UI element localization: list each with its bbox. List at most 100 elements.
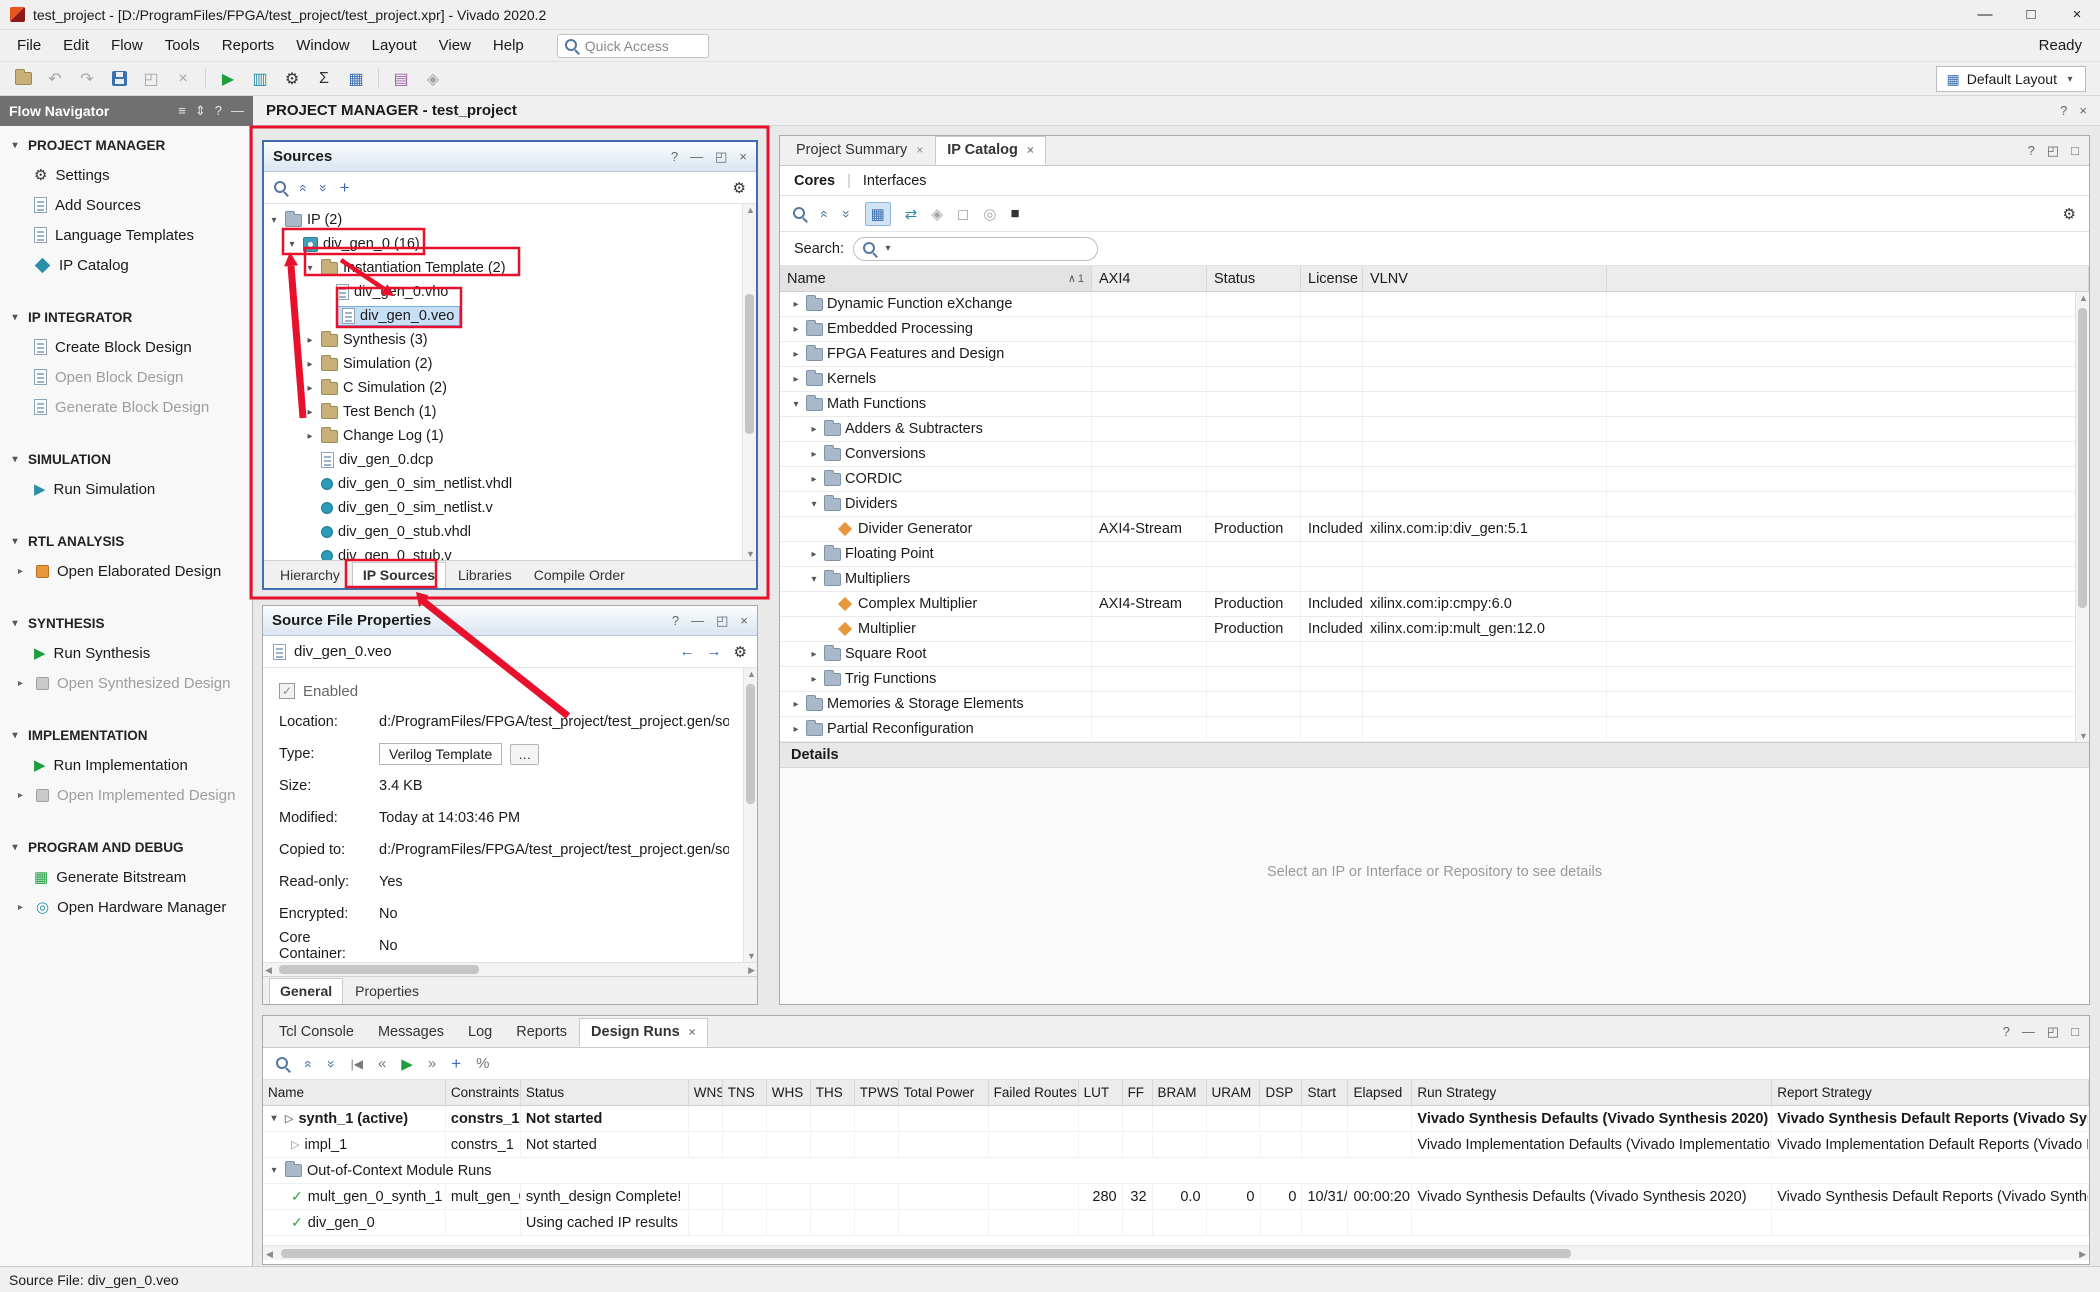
- column-header[interactable]: TNS: [723, 1080, 767, 1105]
- minimize-icon[interactable]: —: [2022, 1024, 2035, 1040]
- catalog-row-multipliers[interactable]: ▾Multipliers: [780, 567, 2089, 592]
- chevron-right-icon[interactable]: ▸: [808, 424, 820, 435]
- tab-ip-sources[interactable]: IP Sources: [352, 562, 446, 588]
- chevron-down-icon[interactable]: ▾: [268, 1113, 280, 1124]
- expand-all-icon[interactable]: »: [324, 1060, 340, 1068]
- options-icon[interactable]: ◎: [983, 205, 996, 223]
- sidebar-item-open-synthesized-design[interactable]: ▸ Open Synthesized Design: [0, 668, 252, 698]
- minimize-icon[interactable]: —: [691, 613, 704, 629]
- sidebar-item-generate-bitstream[interactable]: ▦ Generate Bitstream: [0, 862, 252, 892]
- selected-tree-item[interactable]: div_gen_0.veo: [336, 306, 460, 326]
- search-icon[interactable]: [276, 1057, 290, 1071]
- catalog-row-adders[interactable]: ▸Adders & Subtracters: [780, 417, 2089, 442]
- gear-icon[interactable]: ⚙: [2063, 205, 2076, 223]
- settings-button[interactable]: ⚙: [277, 65, 307, 93]
- tree-item-sim-netlist-v[interactable]: div_gen_0_sim_netlist.v: [264, 496, 756, 520]
- tab-project-summary[interactable]: Project Summary ×: [784, 136, 935, 165]
- layout-grid-button[interactable]: ▦: [341, 65, 371, 93]
- chevron-right-icon[interactable]: ▸: [808, 549, 820, 560]
- add-sources-icon[interactable]: +: [340, 178, 350, 198]
- report-sum-button[interactable]: Σ: [309, 65, 339, 93]
- section-header-program-and-debug[interactable]: ▾ PROGRAM AND DEBUG: [0, 832, 252, 862]
- column-header[interactable]: URAM: [1207, 1080, 1261, 1105]
- catalog-row-complex-multiplier[interactable]: Complex Multiplier AXI4-Stream Productio…: [780, 592, 2089, 617]
- back-icon[interactable]: ←: [680, 643, 695, 661]
- save-button[interactable]: [104, 65, 134, 93]
- run-row-synth-1[interactable]: ▾▷synth_1 (active) constrs_1 Not started…: [263, 1106, 2089, 1132]
- column-header[interactable]: Failed Routes: [989, 1080, 1079, 1105]
- tree-item-stub-vhdl[interactable]: div_gen_0_stub.vhdl: [264, 520, 756, 544]
- tab-libraries[interactable]: Libraries: [448, 563, 522, 588]
- sidebar-item-open-elaborated-design[interactable]: ▸ Open Elaborated Design: [0, 556, 252, 586]
- sidebar-item-run-synthesis[interactable]: ▶ Run Synthesis: [0, 638, 252, 668]
- tree-item-simulation[interactable]: ▸ Simulation (2): [264, 352, 756, 376]
- tab-design-runs[interactable]: Design Runs ×: [579, 1018, 708, 1047]
- column-header[interactable]: Constraints: [446, 1080, 521, 1105]
- run-row-ooc-group[interactable]: ▾Out-of-Context Module Runs: [263, 1158, 2089, 1184]
- chevron-right-icon[interactable]: ▸: [18, 902, 28, 913]
- column-header[interactable]: Total Power: [899, 1080, 989, 1105]
- horizontal-scrollbar[interactable]: ◀ ▶: [263, 1245, 2089, 1260]
- maximize-icon[interactable]: □: [2071, 143, 2079, 159]
- sidebar-item-ip-catalog[interactable]: IP Catalog: [0, 250, 252, 280]
- column-header[interactable]: TPWS: [855, 1080, 899, 1105]
- sidebar-item-run-implementation[interactable]: ▶ Run Implementation: [0, 750, 252, 780]
- close-icon[interactable]: ×: [916, 143, 923, 157]
- enabled-checkbox[interactable]: ✓: [279, 683, 295, 699]
- minimize-icon[interactable]: —: [231, 103, 244, 119]
- chevron-down-icon[interactable]: ▾: [268, 1165, 280, 1176]
- scroll-thumb[interactable]: [746, 684, 755, 804]
- chevron-right-icon[interactable]: ▸: [304, 431, 316, 442]
- maximize-icon[interactable]: □: [2071, 1024, 2079, 1040]
- sidebar-item-run-simulation[interactable]: ▶ Run Simulation: [0, 474, 252, 504]
- float-icon[interactable]: ◰: [715, 149, 727, 165]
- catalog-row-dividers[interactable]: ▾Dividers: [780, 492, 2089, 517]
- tab-tcl-console[interactable]: Tcl Console: [267, 1018, 366, 1047]
- sidebar-item-add-sources[interactable]: Add Sources: [0, 190, 252, 220]
- chevron-down-icon[interactable]: ▾: [304, 263, 316, 274]
- tab-reports[interactable]: Reports: [504, 1018, 579, 1047]
- menu-window[interactable]: Window: [285, 30, 360, 61]
- run-row-mult-gen-synth[interactable]: ✓mult_gen_0_synth_1 mult_gen_0 synth_des…: [263, 1184, 2089, 1210]
- chevron-right-icon[interactable]: ▸: [790, 299, 802, 310]
- chevron-down-icon[interactable]: ▾: [808, 499, 820, 510]
- tree-item-c-simulation[interactable]: ▸ C Simulation (2): [264, 376, 756, 400]
- menu-tools[interactable]: Tools: [154, 30, 211, 61]
- chevron-right-icon[interactable]: ▸: [790, 699, 802, 710]
- catalog-row-dfx[interactable]: ▸Dynamic Function eXchange: [780, 292, 2089, 317]
- column-header[interactable]: Start: [1302, 1080, 1348, 1105]
- chevron-right-icon[interactable]: ▸: [790, 724, 802, 735]
- column-header[interactable]: DSP: [1260, 1080, 1302, 1105]
- window-maximize-button[interactable]: □: [2008, 0, 2054, 30]
- step-forward-icon[interactable]: »: [428, 1055, 436, 1072]
- column-header-license[interactable]: License: [1301, 266, 1363, 291]
- tree-item-synthesis[interactable]: ▸ Synthesis (3): [264, 328, 756, 352]
- run-button[interactable]: ▶: [213, 65, 243, 93]
- subnav-cores[interactable]: Cores: [794, 173, 835, 189]
- help-icon[interactable]: ?: [672, 613, 679, 629]
- help-icon[interactable]: ?: [2060, 103, 2067, 118]
- highlight-button[interactable]: ▤: [386, 65, 416, 93]
- tab-properties[interactable]: Properties: [345, 979, 429, 1004]
- tree-item-div-gen-0-vho[interactable]: div_gen_0.vho: [264, 280, 756, 304]
- tree-item-sim-netlist-vhdl[interactable]: div_gen_0_sim_netlist.vhdl: [264, 472, 756, 496]
- close-icon[interactable]: ×: [1027, 143, 1034, 157]
- catalog-row-math-functions[interactable]: ▾Math Functions: [780, 392, 2089, 417]
- chevron-right-icon[interactable]: ▸: [304, 359, 316, 370]
- catalog-search-input[interactable]: ▾: [853, 237, 1098, 261]
- chevron-right-icon[interactable]: ▸: [304, 335, 316, 346]
- tree-item-ip[interactable]: ▾ IP (2): [264, 208, 756, 232]
- chevron-right-icon[interactable]: ▸: [808, 474, 820, 485]
- tree-item-div-gen-0[interactable]: ▾ div_gen_0 (16): [264, 232, 756, 256]
- section-header-rtl-analysis[interactable]: ▾ RTL ANALYSIS: [0, 526, 252, 556]
- sidebar-item-create-block-design[interactable]: Create Block Design: [0, 332, 252, 362]
- create-runs-icon[interactable]: +: [451, 1054, 461, 1074]
- window-minimize-button[interactable]: —: [1962, 0, 2008, 30]
- catalog-row-fpga-features[interactable]: ▸FPGA Features and Design: [780, 342, 2089, 367]
- chevron-right-icon[interactable]: ▸: [304, 407, 316, 418]
- type-dropdown[interactable]: Verilog Template: [379, 743, 502, 765]
- section-header-project-manager[interactable]: ▾ PROJECT MANAGER: [0, 130, 252, 160]
- chevron-down-icon[interactable]: ▾: [286, 239, 298, 250]
- properties-panel-header[interactable]: Source File Properties ? — ◰ ×: [263, 606, 757, 636]
- sidebar-item-open-implemented-design[interactable]: ▸ Open Implemented Design: [0, 780, 252, 810]
